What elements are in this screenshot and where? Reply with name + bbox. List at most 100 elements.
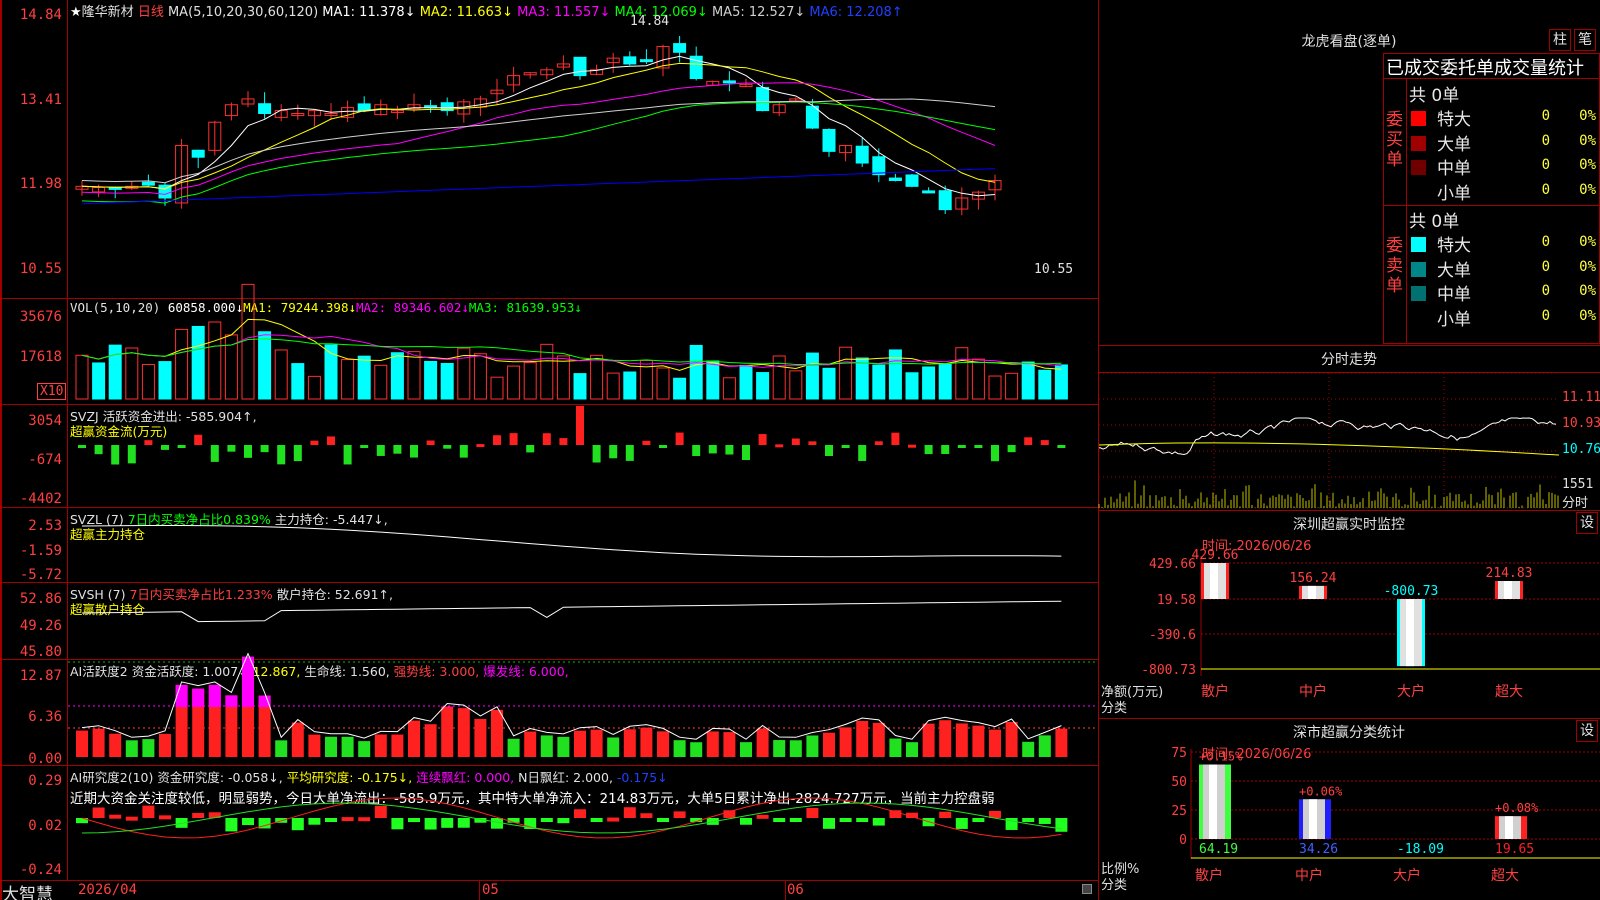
volume-bar — [556, 355, 570, 400]
candle-body — [357, 103, 371, 112]
research-bar — [1038, 818, 1051, 824]
volume-bar — [141, 363, 155, 400]
fund-flow-chart[interactable] — [68, 405, 1098, 507]
bar-mode-button[interactable]: 柱 — [1549, 29, 1571, 51]
activity-bar — [856, 720, 869, 757]
brand-label: 大智慧 — [2, 885, 53, 900]
main-y-label-1: 13.41 — [19, 92, 62, 108]
tick-mode-button[interactable]: 笔 — [1574, 29, 1596, 51]
monitor-bar-value: -800.73 — [1384, 584, 1439, 599]
monitor-bar-value: 156.24 — [1290, 571, 1337, 586]
ma2-line — [81, 62, 996, 190]
vol-unit-badge: X10 — [37, 383, 67, 400]
class-category: 中户 — [1295, 867, 1323, 884]
activity-bar-peak — [192, 688, 205, 707]
fund-flow-bar — [725, 445, 734, 455]
volume-bar — [424, 360, 438, 400]
volume-bar — [839, 346, 853, 400]
activity-chart[interactable] — [68, 652, 1098, 765]
volume-bar — [158, 361, 172, 400]
activity-bar-peak — [441, 706, 454, 707]
activity-bar — [756, 728, 769, 757]
candle-body — [191, 149, 205, 158]
volume-bar — [673, 377, 687, 400]
fund-flow-bar — [791, 438, 800, 445]
fund-flow-bar — [360, 445, 369, 448]
sz-class-chart[interactable]: 75 50 25 0 +0.15% 64.19 散户 +0.06% 34.26 中户 -18.09 大… — [1099, 719, 1600, 900]
row-swatch — [1411, 111, 1426, 126]
activity-bar — [1055, 728, 1068, 757]
research-bar — [607, 817, 620, 822]
volume-bar — [739, 364, 753, 400]
row-pct: 0% — [1579, 307, 1596, 324]
research-chart[interactable] — [68, 766, 1098, 880]
volume-bar — [722, 377, 736, 400]
fund-flow-bar — [277, 445, 286, 465]
buy-total: 共 0单 — [1409, 86, 1460, 106]
volume-bar — [855, 357, 869, 400]
buy-side-label: 委买单 — [1386, 110, 1403, 170]
main-y-label-2: 11.98 — [19, 176, 62, 192]
fund-flow-bar — [376, 445, 385, 456]
research-bar — [540, 818, 553, 822]
class-y-label: 25 — [1171, 804, 1187, 819]
fund-flow-bar — [244, 445, 252, 458]
research-bar — [574, 809, 586, 818]
volume-bar — [274, 349, 288, 400]
activity-bar — [374, 734, 387, 757]
row-count: 0 — [1541, 234, 1550, 250]
candle-body — [573, 56, 587, 77]
monitor-y-label: 429.66 — [1149, 557, 1196, 572]
fund-flow-bar — [177, 445, 186, 448]
row-label: 中单 — [1437, 285, 1471, 305]
class-bar-value: 34.26 — [1299, 842, 1338, 857]
volume-bar — [507, 365, 521, 400]
fund-flow-bar — [111, 445, 120, 465]
row-label: 小单 — [1437, 309, 1471, 330]
fund-flow-bar — [609, 445, 618, 459]
volume-bar — [772, 355, 786, 400]
activity-bar — [623, 729, 636, 757]
row-count: 0 — [1541, 258, 1550, 275]
fund-flow-bar — [858, 445, 867, 461]
volume-bar — [988, 375, 1002, 400]
volume-bar — [905, 372, 919, 400]
volume-bar — [706, 360, 720, 400]
fund-flow-bar — [343, 445, 352, 465]
volume-bar — [108, 344, 122, 400]
candle-body — [922, 190, 936, 194]
monitor-category: 中户 — [1299, 683, 1327, 700]
class-y-label: 50 — [1171, 775, 1187, 790]
activity-bar — [308, 734, 321, 757]
row-count: 0 — [1541, 307, 1550, 324]
volume-bar — [1005, 372, 1019, 400]
intraday-chart[interactable] — [1098, 372, 1560, 509]
dragon-mid-sep — [1383, 205, 1600, 206]
tick-jun — [785, 880, 786, 900]
intra-y-1: 10.93 — [1562, 416, 1600, 431]
date-label-may: 05 — [482, 882, 499, 898]
sz-monitor-chart[interactable]: 429.66 19.58 -390.6 -800.73 429.66 散户 156.24 中户… — [1099, 511, 1600, 718]
volume-chart[interactable] — [68, 283, 1098, 404]
class-bar-value: 19.65 — [1495, 842, 1534, 857]
svzj-y-0: 3054 — [28, 413, 62, 429]
dragon-title: 龙虎看盘(逐单) — [1301, 34, 1397, 50]
activity-bar — [740, 742, 752, 757]
lock-icon[interactable] — [1082, 884, 1092, 894]
row-swatch — [1411, 160, 1426, 175]
research-bar — [673, 811, 686, 818]
candlestick-chart[interactable] — [68, 0, 1098, 298]
retail-chart[interactable] — [68, 583, 1098, 659]
row-swatch — [1411, 135, 1426, 151]
svsh-y-1: 49.26 — [19, 618, 62, 634]
main-force-chart[interactable] — [68, 508, 1098, 582]
candle-body — [756, 87, 770, 112]
row-swatch — [1411, 184, 1426, 200]
volume-bar — [307, 375, 321, 400]
activity-bar — [939, 720, 952, 757]
volume-bar — [1054, 364, 1068, 400]
research-bar — [192, 812, 205, 818]
activity-bar — [657, 731, 669, 757]
research-bar — [125, 816, 138, 821]
svzj-y-1: -674 — [28, 452, 62, 468]
